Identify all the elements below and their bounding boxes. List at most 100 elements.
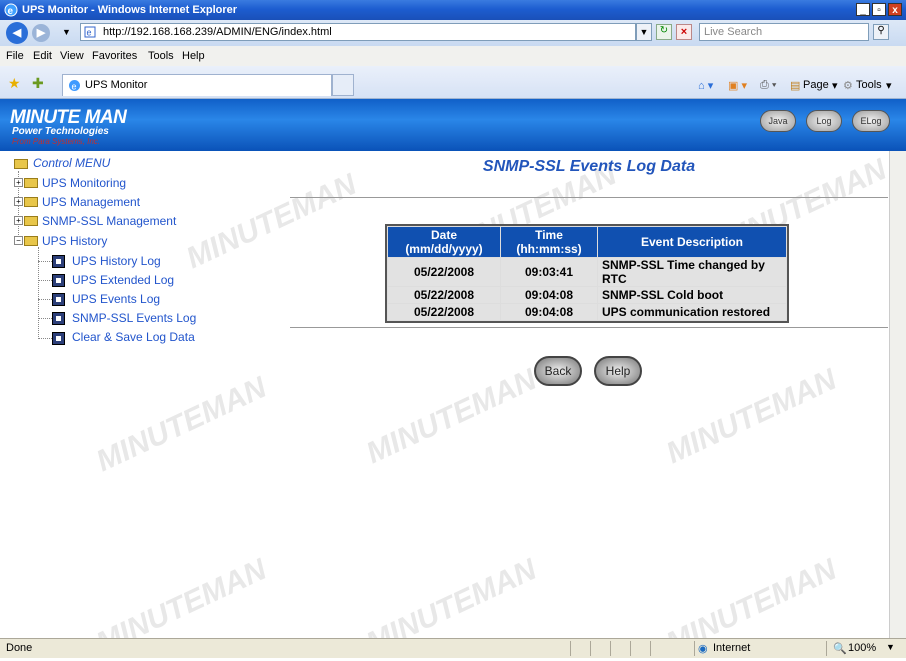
svg-text:e: e (8, 6, 14, 17)
print-icon[interactable]: ⎙ ▾ (760, 79, 776, 92)
svg-text:e: e (72, 82, 77, 92)
ie-logo-icon: e (4, 3, 18, 17)
favorites-star-icon[interactable]: ★ (8, 75, 21, 92)
forward-nav-button[interactable]: ▶ (32, 24, 50, 42)
status-divider (826, 641, 827, 656)
menu-view[interactable]: View (60, 50, 84, 62)
menu-ups-events-log[interactable]: UPS Events Log (72, 292, 160, 306)
expand-icon[interactable]: + (14, 197, 23, 206)
close-window-button[interactable]: x (888, 3, 902, 16)
page-icon: e (84, 26, 96, 38)
page-menu-icon[interactable]: ▤ (790, 79, 800, 92)
tab-page-icon: e (69, 80, 80, 92)
tab-bar: ★ ✚ e UPS Monitor ⌂ ▾ ▣ ▾ ⎙ ▾ ▤ Page ▾ ⚙… (0, 66, 906, 99)
page-menu-button[interactable]: Page (803, 79, 829, 91)
menu-help[interactable]: Help (182, 50, 205, 62)
expand-icon[interactable]: + (14, 216, 23, 225)
table-row: 05/22/2008 09:04:08 SNMP-SSL Cold boot (388, 287, 786, 303)
status-divider (630, 641, 631, 656)
menu-edit[interactable]: Edit (33, 50, 52, 62)
control-menu-root[interactable]: Control MENU (33, 156, 110, 170)
menu-snmp-ssl-events-log[interactable]: SNMP-SSL Events Log (72, 311, 196, 325)
add-favorites-icon[interactable]: ✚ (32, 75, 44, 92)
tree-line (38, 261, 52, 262)
logo-subtitle: Power Technologies (12, 126, 109, 137)
back-button[interactable]: Back (534, 356, 582, 386)
vertical-scrollbar[interactable] (889, 151, 906, 638)
java-button[interactable]: Java (760, 110, 796, 132)
tools-gear-icon[interactable]: ⚙ (843, 79, 853, 92)
menu-clear-save-log-data[interactable]: Clear & Save Log Data (72, 330, 195, 344)
feeds-icon[interactable]: ▣ ▾ (728, 79, 747, 92)
status-text: Done (6, 642, 33, 654)
log-button[interactable]: Log (806, 110, 842, 132)
tree-line (38, 299, 52, 300)
back-nav-button[interactable]: ◀ (6, 22, 28, 44)
menu-tools[interactable]: Tools (148, 50, 174, 62)
home-icon[interactable]: ⌂ ▾ (698, 79, 713, 92)
menu-file[interactable]: File (6, 50, 24, 62)
cell-event: SNMP-SSL Time changed by RTC (598, 258, 786, 286)
search-icon[interactable]: ⚲ (873, 24, 889, 40)
address-field[interactable]: e http://192.168.168.239/ADMIN/ENG/index… (80, 23, 636, 41)
address-dropdown-icon[interactable]: ▼ (636, 23, 652, 41)
page-menu-arrow-icon[interactable]: ▾ (832, 79, 838, 92)
tree-line (38, 318, 52, 319)
cell-date: 05/22/2008 (388, 258, 500, 286)
open-folder-icon (24, 236, 38, 246)
elog-button[interactable]: ELog (852, 110, 890, 132)
table-header-row: Date (mm/dd/yyyy) Time (hh:mm:ss) Event … (388, 227, 786, 257)
window-title: UPS Monitor - Windows Internet Explorer (22, 4, 238, 16)
cell-time: 09:03:41 (501, 258, 597, 286)
watermark-logo: MINUTEMAN (361, 362, 542, 471)
table-row: 05/22/2008 09:03:41 SNMP-SSL Time change… (388, 258, 786, 286)
page-title: SNMP-SSL Events Log Data (482, 158, 696, 175)
refresh-icon[interactable]: ↻ (656, 24, 672, 40)
zoom-icon[interactable]: 🔍 (833, 642, 847, 655)
stop-icon[interactable]: × (676, 24, 692, 40)
window-title-bar: e UPS Monitor - Windows Internet Explore… (0, 0, 906, 20)
menu-ups-monitoring[interactable]: UPS Monitoring (42, 176, 126, 190)
divider (290, 197, 888, 198)
status-divider (694, 641, 695, 656)
tools-menu-arrow-icon[interactable]: ▾ (886, 79, 892, 92)
search-input[interactable]: Live Search (699, 23, 869, 41)
expand-icon[interactable]: + (14, 178, 23, 187)
folder-icon (24, 197, 38, 207)
cell-time: 09:04:08 (501, 304, 597, 320)
zoom-level[interactable]: 100% (848, 642, 876, 654)
address-url: http://192.168.168.239/ADMIN/ENG/index.h… (103, 26, 332, 38)
new-tab-button[interactable] (332, 74, 354, 96)
col-date: Date (mm/dd/yyyy) (388, 227, 500, 257)
status-divider (650, 641, 651, 656)
tab-label: UPS Monitor (85, 79, 148, 91)
menu-ups-management[interactable]: UPS Management (42, 195, 140, 209)
tree-line (38, 338, 52, 339)
cell-time: 09:04:08 (501, 287, 597, 303)
log-page-icon (52, 255, 65, 268)
menu-snmp-ssl-management[interactable]: SNMP-SSL Management (42, 214, 176, 228)
help-button[interactable]: Help (594, 356, 642, 386)
maximize-button[interactable]: ▫ (872, 3, 886, 16)
zoom-dropdown-icon[interactable]: ▼ (886, 642, 895, 652)
minimize-button[interactable]: _ (856, 3, 870, 16)
menu-favorites[interactable]: Favorites (92, 50, 137, 62)
status-bar: Done ◉ Internet 🔍 100% ▼ (0, 638, 906, 658)
menu-ups-history-log[interactable]: UPS History Log (72, 254, 161, 268)
events-log-table: Date (mm/dd/yyyy) Time (hh:mm:ss) Event … (385, 224, 789, 323)
zone-label: Internet (713, 642, 751, 654)
table-row: 05/22/2008 09:04:08 UPS communication re… (388, 304, 786, 320)
tab-ups-monitor[interactable]: e UPS Monitor (62, 74, 332, 96)
cell-date: 05/22/2008 (388, 304, 500, 320)
history-dropdown-icon[interactable]: ▼ (62, 27, 71, 37)
menu-ups-history[interactable]: UPS History (42, 234, 107, 248)
menu-ups-extended-log[interactable]: UPS Extended Log (72, 273, 174, 287)
log-page-icon (52, 293, 65, 306)
tree-line (38, 280, 52, 281)
cell-date: 05/22/2008 (388, 287, 500, 303)
collapse-icon[interactable]: − (14, 236, 23, 245)
internet-zone-icon: ◉ (698, 643, 708, 655)
tools-menu-button[interactable]: Tools (856, 79, 882, 91)
status-divider (590, 641, 591, 656)
address-bar-row: ◀ ▶ ▼ e http://192.168.168.239/ADMIN/ENG… (0, 20, 906, 46)
